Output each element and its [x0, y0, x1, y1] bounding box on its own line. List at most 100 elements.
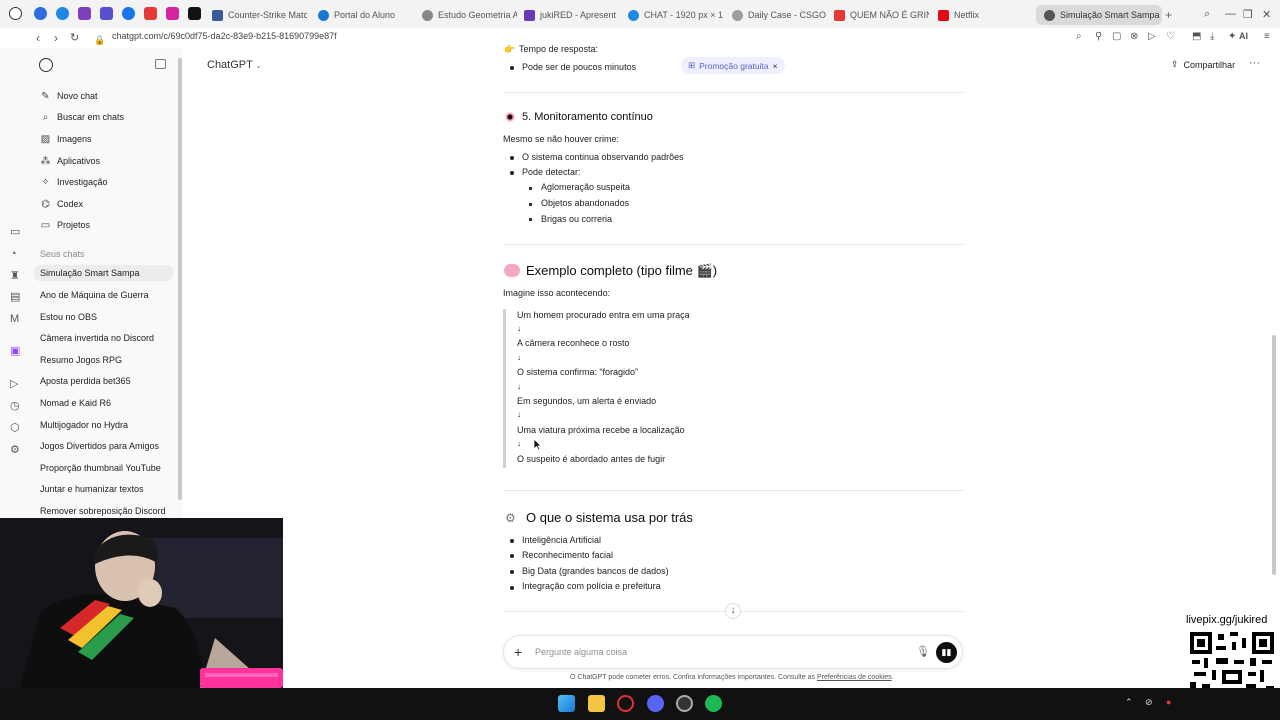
- download-icon[interactable]: ⤓: [1210, 31, 1214, 42]
- snapshot-icon[interactable]: ▢: [1112, 31, 1121, 42]
- file-explorer-icon[interactable]: [588, 695, 605, 712]
- opera-logo-icon[interactable]: [9, 7, 22, 20]
- instagram-icon[interactable]: [166, 7, 179, 20]
- down-arrow-icon: ↓: [517, 439, 521, 448]
- pinned-tab-icon[interactable]: [34, 7, 47, 20]
- sidebar-rail-icon[interactable]: ▤: [10, 291, 23, 303]
- network-icon[interactable]: ⊘: [1145, 697, 1153, 708]
- chatgpt-logo-icon[interactable]: [39, 58, 53, 72]
- tab-favicon-icon: [422, 9, 433, 21]
- twitch-icon[interactable]: ▣: [10, 345, 23, 357]
- list-item: Inteligência Artificial: [522, 535, 602, 545]
- wallet-icon[interactable]: ⬒: [1192, 31, 1201, 42]
- tab-simulacao-smart-sampa[interactable]: Simulação Smart Sampa: [1036, 5, 1162, 25]
- chat-item[interactable]: Nomad e Kaid R6: [40, 395, 174, 411]
- sidebar-rail-icon[interactable]: M: [10, 313, 23, 325]
- promo-badge[interactable]: ⊞ Promoção gratuita ×: [681, 57, 785, 74]
- microphone-icon[interactable]: 🎙: [916, 645, 930, 658]
- voice-mode-button[interactable]: ▮▮: [936, 642, 957, 663]
- chat-item[interactable]: Remover sobreposição Discord: [40, 503, 174, 517]
- tab-daily-case[interactable]: Daily Case - CSGO: [732, 5, 827, 25]
- sidebar-rail-icon[interactable]: ▭: [10, 226, 23, 238]
- flow-step: Um homem procurado entra em uma praça: [517, 310, 690, 320]
- tab-portal-aluno[interactable]: Portal do Aluno: [318, 5, 413, 25]
- share-button[interactable]: ⇪ Compartilhar: [1171, 59, 1235, 70]
- forward-icon[interactable]: ›: [54, 30, 58, 46]
- sidebar-item-buscar[interactable]: ⌕ Buscar em chats: [40, 110, 124, 124]
- tab-counter-strike[interactable]: Counter-Strike Matc: [212, 5, 307, 25]
- toggle-sidebar-icon[interactable]: [155, 59, 166, 69]
- more-options-icon[interactable]: ···: [1249, 57, 1260, 69]
- sidebar-item-novo-chat[interactable]: ✎ Novo chat: [40, 89, 97, 103]
- aria-icon[interactable]: ✦: [1228, 31, 1236, 42]
- play-icon[interactable]: ▷: [1148, 31, 1156, 42]
- gift-icon: ⊞: [688, 60, 696, 70]
- chat-item[interactable]: Resumo Jogos RPG: [40, 352, 174, 368]
- reload-icon[interactable]: ↻: [70, 30, 79, 46]
- tab-youtube-quem-nao-e[interactable]: QUEM NÃO É GRIN: [834, 5, 929, 25]
- chat-item[interactable]: Jogos Divertidos para Amigos: [40, 438, 174, 454]
- back-icon[interactable]: ‹: [36, 30, 40, 46]
- pin-icon[interactable]: ⚲: [1095, 31, 1102, 42]
- sidebar-item-projetos[interactable]: ▭ Projetos: [40, 218, 90, 232]
- windows-start-icon[interactable]: [558, 695, 575, 712]
- chat-item[interactable]: Simulação Smart Sampa: [34, 265, 173, 281]
- tray-chevron-icon[interactable]: ⌃: [1125, 697, 1133, 708]
- model-selector[interactable]: ChatGPT ⌄: [207, 59, 262, 71]
- sidebar-item-codex[interactable]: ⌬ Codex: [40, 197, 83, 211]
- pinned-tab-icon[interactable]: [100, 7, 113, 20]
- zoom-icon[interactable]: ⌕: [1076, 31, 1082, 42]
- chat-item[interactable]: Proporção thumbnail YouTube: [40, 460, 174, 476]
- tab-estudo-geometria[interactable]: Estudo Geometria A: [422, 5, 517, 25]
- sidebar-rail-icon[interactable]: ◔: [10, 248, 23, 260]
- menu-icon[interactable]: ≡: [1264, 31, 1270, 42]
- tab-favicon-icon: [524, 9, 535, 21]
- sidebar-rail-icon[interactable]: ♜: [10, 270, 23, 282]
- mouse-cursor-icon: [533, 438, 542, 451]
- sidebar-item-imagens[interactable]: ▨ Imagens: [40, 132, 92, 146]
- tab-jukired[interactable]: jukiRED - Apresent: [524, 5, 619, 25]
- extensions-icon[interactable]: ⬡: [10, 422, 23, 434]
- settings-icon[interactable]: ⚙: [10, 444, 23, 456]
- pinned-tab-icon[interactable]: [56, 7, 69, 20]
- new-tab-button[interactable]: +: [1165, 5, 1177, 25]
- close-window-icon[interactable]: ✕: [1262, 8, 1271, 21]
- pinned-tab-icon[interactable]: [78, 7, 91, 20]
- adblock-icon[interactable]: ⊗: [1130, 31, 1138, 42]
- chat-item[interactable]: Juntar e humanizar textos: [40, 481, 174, 497]
- chat-item[interactable]: Estou no OBS: [40, 309, 174, 325]
- chat-item[interactable]: Ano de Máquina de Guerra: [40, 287, 174, 303]
- discord-icon[interactable]: [647, 695, 664, 712]
- spotify-icon[interactable]: [705, 695, 722, 712]
- pinned-tab-icon[interactable]: [144, 7, 157, 20]
- obs-icon[interactable]: [676, 695, 693, 712]
- search-tabs-icon[interactable]: ⌕: [1204, 8, 1210, 21]
- chat-item[interactable]: Aposta perdida bet365: [40, 373, 174, 389]
- opera-icon[interactable]: [617, 695, 634, 712]
- url-field[interactable]: chatgpt.com/c/69c0df75-da2c-83e9-b215-81…: [112, 31, 337, 41]
- sidebar-scrollbar[interactable]: [178, 58, 182, 500]
- minimize-icon[interactable]: —: [1225, 8, 1236, 20]
- cookie-preferences-link[interactable]: Preferências de cookies: [817, 674, 892, 681]
- sidebar-rail-icon[interactable]: ▷: [10, 378, 23, 390]
- ai-label[interactable]: AI: [1239, 31, 1248, 41]
- message-input[interactable]: Pergunte alguma coisa: [535, 647, 627, 657]
- pinned-tab-icon[interactable]: [122, 7, 135, 20]
- close-promo-icon[interactable]: ×: [773, 61, 778, 71]
- maximize-icon[interactable]: ❐: [1243, 8, 1253, 21]
- tab-chat-1920[interactable]: CHAT - 1920 px × 1: [628, 5, 723, 25]
- tab-netflix[interactable]: Netflix: [938, 5, 1033, 25]
- flow-step: A câmera reconhece o rosto: [517, 338, 630, 348]
- sidebar-item-aplicativos[interactable]: ⁂ Aplicativos: [40, 154, 101, 168]
- history-icon[interactable]: ◷: [10, 400, 23, 412]
- flow-step: Em segundos, um alerta é enviado: [517, 396, 657, 406]
- add-attachment-icon[interactable]: +: [514, 644, 522, 660]
- heart-icon[interactable]: ♡: [1166, 31, 1175, 42]
- mic-muted-icon[interactable]: ●: [1166, 697, 1171, 707]
- scroll-to-bottom-button[interactable]: ↓: [725, 603, 741, 619]
- main-scrollbar[interactable]: [1272, 335, 1276, 575]
- tiktok-icon[interactable]: [188, 7, 201, 20]
- sidebar-item-investigacao[interactable]: ✧ Investigação: [40, 175, 107, 189]
- chat-item[interactable]: Câmera invertida no Discord: [40, 330, 174, 346]
- chat-item[interactable]: Multijogador no Hydra: [40, 417, 174, 433]
